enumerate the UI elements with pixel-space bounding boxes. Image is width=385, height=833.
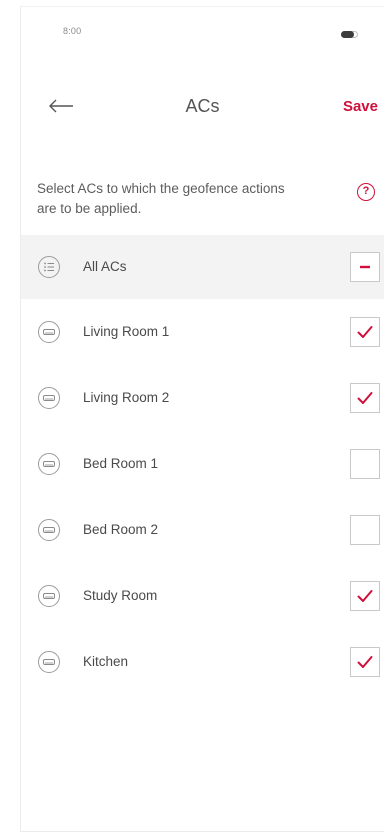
ac-row-checkbox[interactable] bbox=[350, 317, 380, 347]
instruction-text: Select ACs to which the geofence actions… bbox=[37, 181, 285, 216]
ac-list: All ACs Living Room 1 Living Room 2 Bed Ro… bbox=[21, 235, 384, 696]
ac-row-checkbox[interactable] bbox=[350, 383, 380, 413]
status-time: 8:00 bbox=[63, 26, 82, 36]
ac-row-checkbox[interactable] bbox=[350, 647, 380, 677]
air-conditioner-icon bbox=[38, 519, 60, 541]
ac-row[interactable]: Living Room 1 bbox=[21, 300, 384, 366]
ac-row-checkbox[interactable] bbox=[350, 449, 380, 479]
all-acs-row[interactable]: All ACs bbox=[21, 235, 384, 299]
app-header: ACs Save bbox=[21, 87, 384, 127]
ac-row[interactable]: Bed Room 2 bbox=[21, 498, 384, 564]
ac-row-label: Living Room 2 bbox=[83, 390, 170, 405]
ac-row-label: Living Room 1 bbox=[83, 324, 170, 339]
ac-row-label: Bed Room 1 bbox=[83, 456, 159, 471]
checkmark-icon bbox=[357, 656, 373, 668]
checkmark-icon bbox=[357, 590, 373, 602]
ac-row[interactable]: Kitchen bbox=[21, 630, 384, 696]
ac-row[interactable]: Study Room bbox=[21, 564, 384, 630]
status-bar: 8:00 bbox=[21, 7, 384, 47]
phone-screen: 8:00 ACs Save Select ACs to which the ge… bbox=[20, 6, 384, 832]
all-acs-checkbox[interactable] bbox=[350, 252, 380, 282]
help-icon[interactable]: ? bbox=[357, 183, 375, 201]
air-conditioner-icon bbox=[38, 387, 60, 409]
ac-row-label: Study Room bbox=[83, 588, 158, 603]
ac-row[interactable]: Bed Room 1 bbox=[21, 432, 384, 498]
ac-row-label: Kitchen bbox=[83, 654, 129, 669]
page-title: ACs bbox=[185, 96, 220, 116]
air-conditioner-icon bbox=[38, 651, 60, 673]
ac-row-label: Bed Room 2 bbox=[83, 522, 159, 537]
air-conditioner-icon bbox=[38, 321, 60, 343]
checkmark-icon bbox=[357, 392, 373, 404]
save-button[interactable]: Save bbox=[343, 98, 378, 115]
air-conditioner-icon bbox=[38, 453, 60, 475]
battery-icon bbox=[341, 31, 360, 38]
ac-row-checkbox[interactable] bbox=[350, 581, 380, 611]
list-icon bbox=[38, 256, 60, 278]
checkmark-icon bbox=[357, 326, 373, 338]
all-acs-label: All ACs bbox=[83, 259, 127, 274]
air-conditioner-icon bbox=[38, 585, 60, 607]
ac-row[interactable]: Living Room 2 bbox=[21, 366, 384, 432]
ac-row-checkbox[interactable] bbox=[350, 515, 380, 545]
